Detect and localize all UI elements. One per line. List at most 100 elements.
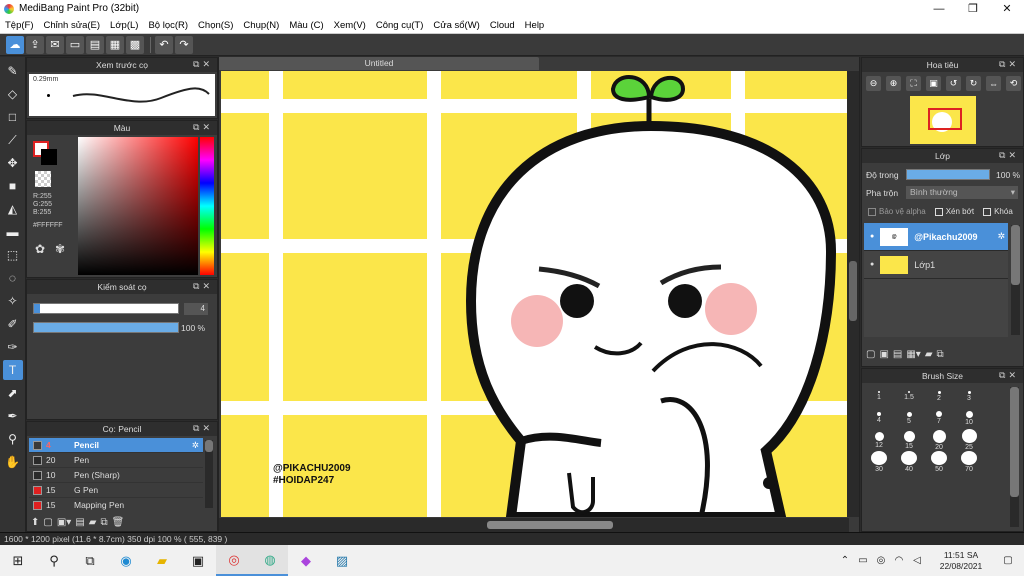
chevron-up-icon[interactable]: ⌃ xyxy=(838,555,852,566)
zoom-in-icon[interactable]: ⊕ xyxy=(886,76,901,91)
panel-controls[interactable]: ⧉✕ xyxy=(193,423,213,434)
operation-tool-icon[interactable]: ⬈ xyxy=(3,383,23,403)
battery-icon[interactable]: ▭ xyxy=(856,555,870,566)
brush-item-g-pen[interactable]: 15 G Pen xyxy=(29,483,203,498)
select-eraser-tool-icon[interactable]: ✑ xyxy=(3,337,23,357)
canvas-horizontal-scrollbar[interactable] xyxy=(219,518,849,532)
layer-opacity-slider[interactable] xyxy=(906,169,990,180)
medibang-taskbar-icon[interactable]: ◍ xyxy=(252,545,288,576)
brush-size-option[interactable]: 10 xyxy=(954,407,984,429)
menu-filter[interactable]: Bộ lọc(R) xyxy=(143,20,193,31)
menu-cloud[interactable]: Cloud xyxy=(485,20,520,31)
edge-browser-icon[interactable]: ◉ xyxy=(108,545,144,576)
brush-size-option[interactable]: 30 xyxy=(864,451,894,473)
layer-folder-icon[interactable]: ▰ xyxy=(925,349,933,360)
menu-layer[interactable]: Lớp(L) xyxy=(105,20,143,31)
tiles-icon[interactable]: ▩ xyxy=(126,35,144,54)
panel-controls[interactable]: ⧉✕ xyxy=(999,370,1019,381)
fill-rect-tool-icon[interactable]: ■ xyxy=(3,176,23,196)
canvas-vertical-scrollbar[interactable] xyxy=(847,71,859,517)
maximize-button[interactable]: ❐ xyxy=(956,2,990,15)
move-tool-icon[interactable]: ✥ xyxy=(3,153,23,173)
new-halftone-layer-icon[interactable]: ▣ xyxy=(879,349,888,360)
layer-duplicate-icon[interactable]: ⧉ xyxy=(937,349,944,360)
rotate-left-icon[interactable]: ↺ xyxy=(946,76,961,91)
brush-settings-icon[interactable]: ✲ xyxy=(192,440,199,451)
magic-wand-tool-icon[interactable]: ✧ xyxy=(3,291,23,311)
palette-icon[interactable]: ✿ xyxy=(35,242,45,256)
brush-size-option[interactable]: 70 xyxy=(954,451,984,473)
panel-controls[interactable]: ⧉✕ xyxy=(193,59,213,70)
color-saturation-area[interactable] xyxy=(78,137,198,275)
eyedropper-tool-icon[interactable]: ⚲ xyxy=(3,429,23,449)
brush-size-option[interactable]: 7 xyxy=(924,407,954,429)
brush-opacity-slider[interactable] xyxy=(33,322,179,333)
new-brush-icon[interactable]: ▢ xyxy=(43,517,52,528)
zoom-out-icon[interactable]: ⊖ xyxy=(866,76,881,91)
gradient-tool-icon[interactable]: ▬ xyxy=(3,222,23,242)
select-tool-icon[interactable]: ⬚ xyxy=(3,245,23,265)
palette-settings-icon[interactable]: ✾ xyxy=(55,242,65,256)
brush-item-pen[interactable]: 20 Pen xyxy=(29,453,203,468)
brush-size-option[interactable]: 1 xyxy=(864,385,894,407)
redo-icon[interactable]: ↷ xyxy=(175,35,193,54)
add-brush-icon[interactable]: ⬆ xyxy=(31,517,39,528)
brush-size-option[interactable]: 3 xyxy=(954,385,984,407)
brush-size-scrollbar[interactable] xyxy=(1010,387,1019,527)
new-8bit-layer-icon[interactable]: ▤ xyxy=(893,349,902,360)
layer-item-pikachu[interactable]: ● @ @Pikachu2009 ✲ xyxy=(864,223,1008,251)
panel-controls[interactable]: ⧉✕ xyxy=(193,281,213,292)
panel-controls[interactable]: ⧉✕ xyxy=(193,122,213,133)
brush-size-option[interactable]: 20 xyxy=(924,429,954,451)
drawing-canvas[interactable]: @PIKACHU2009 #HOIDAP247 xyxy=(221,71,847,517)
comment-icon[interactable]: ✉ xyxy=(46,35,64,54)
scrollbar-thumb[interactable] xyxy=(487,521,613,529)
fit-icon[interactable]: ⛶ xyxy=(906,76,921,91)
select-pen-tool-icon[interactable]: ✐ xyxy=(3,314,23,334)
brush-size-option[interactable]: 5 xyxy=(894,407,924,429)
chrome-icon[interactable]: ◎ xyxy=(216,545,252,576)
protect-alpha-checkbox[interactable] xyxy=(868,207,876,216)
brush-delete-icon[interactable]: 🗑 xyxy=(112,517,125,528)
undo-icon[interactable]: ↶ xyxy=(155,35,173,54)
minimize-button[interactable]: — xyxy=(922,3,956,15)
brush-size-option[interactable]: 4 xyxy=(864,407,894,429)
menu-file[interactable]: Tệp(F) xyxy=(0,20,39,31)
blend-mode-select[interactable]: Bình thường ▾ xyxy=(906,186,1018,199)
brush-item-mapping-pen[interactable]: 15 Mapping Pen xyxy=(29,498,203,510)
layer-item-layer1[interactable]: ● Lớp1 xyxy=(864,251,1008,279)
brush-menu-icon[interactable]: ▣▾ xyxy=(57,517,71,528)
notification-icon[interactable]: ▢ xyxy=(994,555,1022,566)
dropper-tool-icon[interactable]: ✒ xyxy=(3,406,23,426)
transparent-swatch[interactable] xyxy=(35,171,51,187)
menu-help[interactable]: Help xyxy=(520,20,550,31)
brush-size-option[interactable]: 40 xyxy=(894,451,924,473)
layer-list-scrollbar[interactable] xyxy=(1011,225,1020,335)
brush-size-option[interactable]: 50 xyxy=(924,451,954,473)
menu-color[interactable]: Màu (C) xyxy=(284,20,328,31)
close-button[interactable]: ✕ xyxy=(990,2,1024,15)
windows-start-icon[interactable]: ⊞ xyxy=(0,545,36,576)
brush-item-pen-sharp[interactable]: 10 Pen (Sharp) xyxy=(29,468,203,483)
speech-bubble-icon[interactable]: ▭ xyxy=(66,35,84,54)
network-icon[interactable]: ◠ xyxy=(892,555,906,566)
clipping-checkbox[interactable] xyxy=(934,207,943,216)
brush-size-value[interactable]: 4 xyxy=(184,303,208,315)
lasso-tool-icon[interactable]: ◌ xyxy=(3,268,23,288)
task-view-icon[interactable]: ⧉ xyxy=(72,545,108,576)
hand-tool-icon[interactable]: ✋ xyxy=(3,452,23,472)
brush-size-option[interactable]: 12 xyxy=(864,429,894,451)
hue-slider[interactable] xyxy=(200,137,214,275)
brush-folder-icon[interactable]: ▰ xyxy=(89,517,97,528)
paint-app-icon[interactable]: ◆ xyxy=(288,545,324,576)
brush-copy-icon[interactable]: ▤ xyxy=(75,517,84,528)
share-icon[interactable]: ⇪ xyxy=(26,35,44,54)
brush-size-option[interactable]: 2 xyxy=(924,385,954,407)
volume-icon[interactable]: ◁ xyxy=(910,555,924,566)
actual-size-icon[interactable]: ▣ xyxy=(926,76,941,91)
file-explorer-icon[interactable]: ▰ xyxy=(144,545,180,576)
menu-tools[interactable]: Công cụ(T) xyxy=(371,20,429,31)
store-icon[interactable]: ▣ xyxy=(180,545,216,576)
camera-icon[interactable]: ◎ xyxy=(874,555,888,566)
scrollbar-thumb[interactable] xyxy=(205,440,213,452)
